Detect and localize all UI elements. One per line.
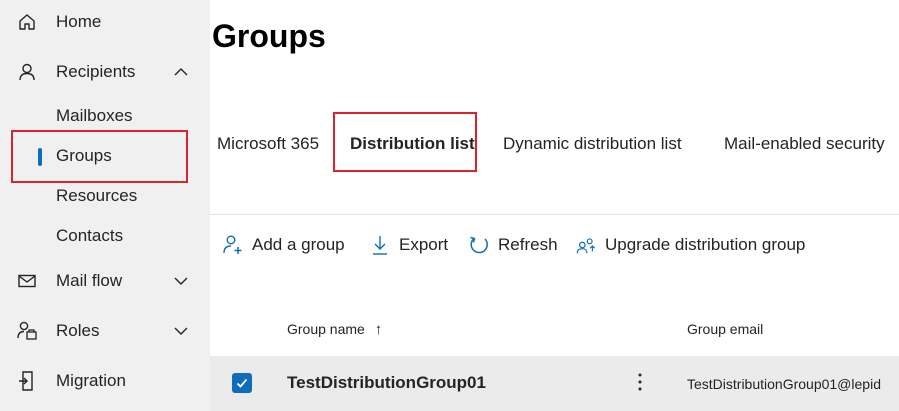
table-row[interactable]: TestDistributionGroup01 TestDistribution… (210, 356, 899, 411)
export-label: Export (399, 235, 449, 254)
sidebar-item-label: Contacts (56, 226, 124, 245)
divider (210, 214, 899, 215)
highlight-box-distribution-list (333, 112, 477, 172)
sidebar-item-migration[interactable]: Migration (0, 363, 210, 399)
sidebar-item-contacts[interactable]: Contacts (0, 220, 210, 252)
add-person-icon (222, 234, 244, 256)
tab-dynamic-distribution-list[interactable]: Dynamic distribution list (503, 134, 682, 154)
main-content: Groups Microsoft 365 Distribution list D… (210, 0, 899, 411)
sidebar-item-label: Resources (56, 186, 138, 205)
upgrade-distribution-group-button[interactable]: Upgrade distribution group (575, 232, 805, 258)
export-button[interactable]: Export (369, 232, 448, 258)
row-checkbox[interactable] (232, 373, 252, 393)
refresh-label: Refresh (498, 235, 558, 254)
sidebar-item-label: Recipients (56, 62, 136, 81)
column-header-label: Group name (287, 321, 365, 337)
tab-mail-enabled-security[interactable]: Mail-enabled security (724, 134, 885, 154)
chevron-down-icon[interactable] (172, 322, 190, 340)
sidebar-item-home[interactable]: Home (0, 4, 210, 40)
column-header-group-email[interactable]: Group email (687, 321, 763, 337)
checkmark-icon (236, 378, 248, 388)
tab-microsoft-365[interactable]: Microsoft 365 (217, 134, 319, 154)
people-upgrade-icon (575, 234, 597, 256)
mail-icon (16, 270, 38, 292)
page-title: Groups (212, 18, 326, 54)
add-group-label: Add a group (252, 235, 345, 254)
sidebar-item-label: Home (56, 12, 102, 31)
column-header-label: Group email (687, 321, 764, 337)
sidebar-item-label: Roles (56, 321, 100, 340)
migration-icon (16, 370, 38, 392)
sort-ascending-icon: ↑ (374, 321, 383, 338)
column-header-group-name[interactable]: Group name ↑ (287, 321, 382, 338)
highlight-box-groups (11, 130, 188, 183)
sidebar-item-recipients[interactable]: Recipients (0, 54, 210, 90)
sidebar: Home Recipients Mailboxes Groups Resourc… (0, 0, 210, 411)
sidebar-item-label: Migration (56, 371, 126, 390)
download-icon (369, 234, 391, 256)
chevron-down-icon[interactable] (172, 272, 190, 290)
refresh-button[interactable]: Refresh (468, 232, 558, 258)
sidebar-item-mailboxes[interactable]: Mailboxes (0, 100, 210, 132)
more-options-icon[interactable] (634, 370, 646, 394)
upgrade-distribution-group-label: Upgrade distribution group (605, 235, 806, 254)
person-icon (16, 61, 38, 83)
sidebar-item-resources[interactable]: Resources (0, 180, 210, 212)
sidebar-item-label: Mailboxes (56, 106, 133, 125)
group-name-cell[interactable]: TestDistributionGroup01 (287, 373, 486, 393)
group-email-cell: TestDistributionGroup01@lepid (687, 376, 881, 392)
home-icon (16, 11, 38, 33)
sidebar-item-label: Mail flow (56, 271, 123, 290)
sidebar-item-mail-flow[interactable]: Mail flow (0, 263, 210, 299)
add-group-button[interactable]: Add a group (222, 232, 345, 258)
chevron-up-icon[interactable] (172, 63, 190, 81)
refresh-icon (468, 234, 490, 256)
sidebar-item-roles[interactable]: Roles (0, 313, 210, 349)
roles-icon (16, 320, 38, 342)
